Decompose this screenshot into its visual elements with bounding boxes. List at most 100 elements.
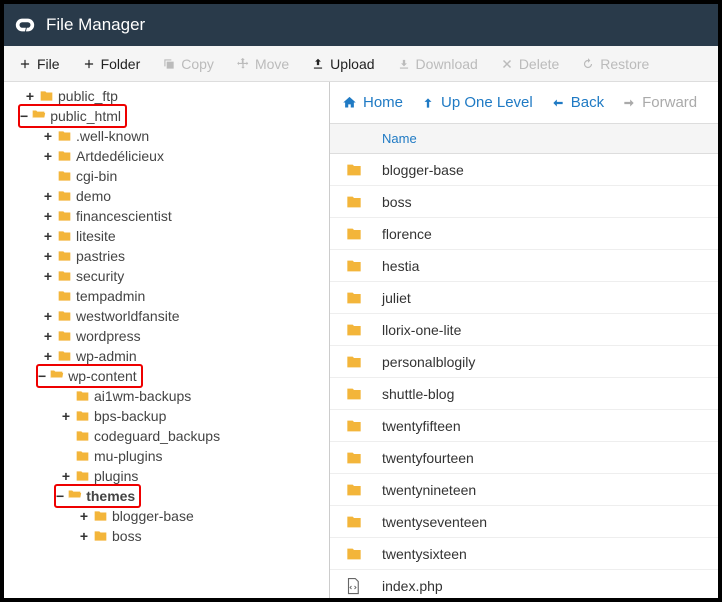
expand-icon[interactable]: + [60,406,72,426]
tree-node-themes[interactable]: − themes [4,486,329,506]
tree-node-label: codeguard_backups [94,426,220,446]
file-name: twentyfifteen [382,418,461,434]
tree-node-label: cgi-bin [76,166,117,186]
file-name: twentyseventeen [382,514,487,530]
folder-icon [344,418,366,434]
tree-node-public_ftp[interactable]: +public_ftp [4,86,329,106]
folder-icon [344,450,366,466]
expand-icon[interactable]: + [24,86,36,106]
folder-icon [74,429,91,443]
file-name: index.php [382,578,443,594]
list-item[interactable]: personalblogily [330,346,718,378]
tree-node-tempadmin[interactable]: tempadmin [4,286,329,306]
list-item[interactable]: twentyfifteen [330,410,718,442]
collapse-icon[interactable]: − [20,108,28,124]
tree-node-wp_content[interactable]: − wp-content [4,366,329,386]
file-name: personalblogily [382,354,475,370]
tree-node-security[interactable]: + security [4,266,329,286]
list-item[interactable]: blogger-base [330,154,718,186]
toolbar: File Folder Copy Move Upload Download De… [4,46,718,82]
tree-node-financescientist[interactable]: +financescientist [4,206,329,226]
expand-icon[interactable]: + [42,266,54,286]
copy-button[interactable]: Copy [152,52,224,76]
list-item[interactable]: shuttle-blog [330,378,718,410]
list-item[interactable]: hestia [330,250,718,282]
tree-node-mu_plugins[interactable]: mu-plugins [4,446,329,466]
folder-icon [74,449,91,463]
expand-icon[interactable]: + [42,326,54,346]
expand-icon[interactable]: + [78,506,90,526]
forward-button[interactable]: Forward [622,94,697,111]
list-item[interactable]: llorix-one-lite [330,314,718,346]
tree-node-cgi_bin[interactable]: cgi-bin [4,166,329,186]
tree-node-bps[interactable]: +bps-backup [4,406,329,426]
folder-button[interactable]: Folder [72,52,151,76]
list-item[interactable]: twentysixteen [330,538,718,570]
home-button[interactable]: Home [342,94,403,111]
tree-node-pastries[interactable]: +pastries [4,246,329,266]
folder-icon [56,309,73,323]
file-name: boss [382,194,412,210]
tree-node-litesite[interactable]: +litesite [4,226,329,246]
file-button[interactable]: File [8,52,70,76]
upload-button[interactable]: Upload [301,52,384,76]
tree-node-blogger_base[interactable]: + blogger-base [4,506,329,526]
tree-node-artdede[interactable]: + Artdedélicieux [4,146,329,166]
expand-icon[interactable]: + [42,226,54,246]
list-item[interactable]: boss [330,186,718,218]
tree-node-label: ai1wm-backups [94,386,191,406]
expand-icon[interactable]: + [42,206,54,226]
file-name: twentysixteen [382,546,467,562]
back-button[interactable]: Back [551,94,604,111]
tree-node-label: wp-admin [76,346,137,366]
folder-icon [344,546,366,562]
app-title: File Manager [46,15,145,35]
breadcrumb-nav: Home Up One Level Back Forward [330,82,718,124]
folder-icon [74,389,91,403]
folder-open-icon [30,107,47,121]
tree-node-westworldfansite[interactable]: +westworldfansite [4,306,329,326]
expand-icon[interactable]: + [78,526,90,546]
list-item[interactable]: twentyfourteen [330,442,718,474]
expand-icon[interactable]: + [42,186,54,206]
expand-icon[interactable]: + [42,346,54,366]
collapse-icon[interactable]: − [38,368,46,384]
folder-icon [92,529,109,543]
tree-node-wp_admin[interactable]: + wp-admin [4,346,329,366]
expand-icon[interactable]: + [60,466,72,486]
list-item[interactable]: juliet [330,282,718,314]
column-header-name[interactable]: Name [330,124,718,154]
tree-node-label: security [76,266,124,286]
expand-icon[interactable]: + [42,146,54,166]
expand-icon[interactable]: + [42,126,54,146]
tree-node-codeguard[interactable]: codeguard_backups [4,426,329,446]
folder-icon [344,386,366,402]
tree-node-label: .well-known [76,126,149,146]
move-button[interactable]: Move [226,52,299,76]
tree-node-label: wp-content [68,368,136,384]
tree-node-well_known[interactable]: + .well-known [4,126,329,146]
folder-icon [92,509,109,523]
tree-node-label: themes [86,488,135,504]
tree-node-demo[interactable]: +demo [4,186,329,206]
delete-button[interactable]: Delete [490,52,569,76]
expand-icon[interactable]: + [42,246,54,266]
list-item[interactable]: florence [330,218,718,250]
restore-button[interactable]: Restore [571,52,659,76]
tree-node-plugins[interactable]: +plugins [4,466,329,486]
tree-node-boss[interactable]: +boss [4,526,329,546]
tree-node-wordpress[interactable]: +wordpress [4,326,329,346]
list-item[interactable]: twentynineteen [330,474,718,506]
file-name: llorix-one-lite [382,322,461,338]
tree-node-label: Artdedélicieux [76,146,164,166]
collapse-icon[interactable]: − [56,488,64,504]
tree-node-label: blogger-base [112,506,194,526]
up-one-level-button[interactable]: Up One Level [421,94,533,111]
tree-node-public_html[interactable]: −public_html [4,106,329,126]
expand-icon[interactable]: + [42,306,54,326]
file-list: blogger-base boss florencehestiajuliet llor… [330,154,718,598]
list-item[interactable]: index.php [330,570,718,598]
list-item[interactable]: twentyseventeen [330,506,718,538]
download-button[interactable]: Download [387,52,488,76]
tree-node-ai1wm[interactable]: ai1wm-backups [4,386,329,406]
